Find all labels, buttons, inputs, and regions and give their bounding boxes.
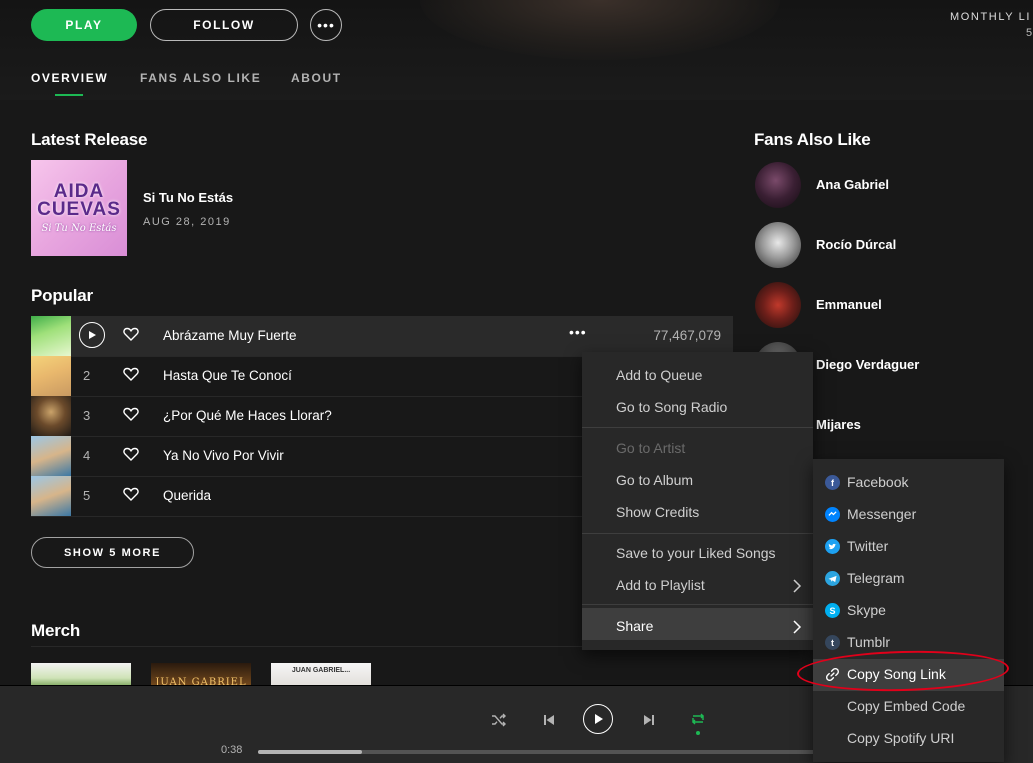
chevron-right-icon [793, 579, 802, 593]
related-artist[interactable]: Ana Gabriel [755, 162, 1005, 208]
menu-item-add-to-queue[interactable]: Add to Queue [616, 367, 702, 383]
tab-overview[interactable]: OVERVIEW [31, 71, 108, 85]
telegram-icon [825, 571, 840, 586]
latest-release-heading: Latest Release [31, 130, 148, 149]
avatar [755, 162, 801, 208]
share-messenger[interactable]: Messenger [847, 506, 916, 522]
menu-divider [582, 427, 813, 428]
track-thumbnail [31, 316, 71, 356]
heart-icon[interactable] [123, 486, 139, 502]
related-artist[interactable]: Rocío Dúrcal [755, 222, 1005, 268]
related-artist-name: Mijares [816, 417, 861, 432]
cover-artist-name: AIDA CUEVAS [37, 180, 121, 220]
track-number: 4 [83, 448, 91, 463]
track-thumbnail [31, 436, 71, 476]
cover-album-script: Si Tu No Estás [41, 222, 117, 234]
track-title: Ya No Vivo Por Vivir [163, 448, 284, 463]
share-copy-embed-code[interactable]: Copy Embed Code [847, 698, 965, 714]
progress-fill [258, 750, 363, 754]
show-more-button[interactable]: SHOW 5 MORE [31, 537, 194, 568]
track-row[interactable]: Abrázame Muy Fuerte ••• 77,467,079 [31, 316, 733, 357]
related-artist[interactable]: Emmanuel [755, 282, 1005, 328]
menu-item-save-to-liked-songs[interactable]: Save to your Liked Songs [616, 545, 776, 561]
track-title: Abrázame Muy Fuerte [163, 328, 297, 343]
messenger-icon [825, 507, 840, 522]
twitter-icon [825, 539, 840, 554]
share-skype[interactable]: Skype [847, 602, 886, 618]
merch-heading: Merch [31, 621, 81, 640]
track-more-icon[interactable]: ••• [569, 324, 587, 340]
track-title: Querida [163, 488, 212, 503]
track-thumbnail [31, 356, 71, 396]
repeat-active-indicator [696, 731, 700, 735]
repeat-icon[interactable] [690, 712, 706, 726]
related-artist-name: Ana Gabriel [816, 177, 889, 192]
menu-item-share[interactable]: Share [616, 618, 653, 634]
share-tumblr[interactable]: Tumblr [847, 634, 890, 650]
active-tab-indicator [55, 94, 83, 96]
latest-release-cover[interactable]: AIDA CUEVAS Si Tu No Estás [31, 160, 127, 256]
play-pause-button[interactable] [583, 704, 613, 734]
avatar [755, 222, 801, 268]
play-button[interactable]: PLAY [31, 9, 137, 41]
previous-icon[interactable] [542, 713, 556, 727]
track-title: ¿Por Qué Me Haces Llorar? [163, 408, 332, 423]
play-icon [89, 331, 96, 339]
play-icon [595, 714, 603, 724]
merch-item-text: JUAN GABRIEL... [291, 667, 351, 674]
track-title: Hasta Que Te Conocí [163, 368, 292, 383]
share-facebook[interactable]: Facebook [847, 474, 908, 490]
track-number: 5 [83, 488, 91, 503]
menu-item-go-to-song-radio[interactable]: Go to Song Radio [616, 399, 727, 415]
elapsed-time: 0:38 [221, 744, 243, 756]
heart-icon[interactable] [123, 446, 139, 462]
share-telegram[interactable]: Telegram [847, 570, 905, 586]
related-artist-name: Rocío Dúrcal [816, 237, 897, 252]
track-thumbnail [31, 396, 71, 436]
heart-icon[interactable] [123, 406, 139, 422]
heart-icon[interactable] [123, 326, 139, 342]
menu-item-show-credits[interactable]: Show Credits [616, 504, 699, 520]
skype-icon: S [825, 603, 840, 618]
track-number: 3 [83, 408, 91, 423]
heart-icon[interactable] [123, 366, 139, 382]
latest-release-title[interactable]: Si Tu No Estás [143, 190, 233, 205]
track-number: 2 [83, 368, 91, 383]
related-artist-name: Diego Verdaguer [816, 357, 920, 372]
track-context-menu: Add to Queue Go to Song Radio Go to Arti… [582, 352, 813, 650]
shuffle-icon[interactable] [491, 713, 507, 727]
next-icon[interactable] [642, 713, 656, 727]
latest-release-date: AUG 28, 2019 [143, 216, 231, 228]
related-artist-name: Emmanuel [816, 297, 882, 312]
monthly-listeners-label: MONTHLY LI [950, 11, 1031, 23]
menu-divider [582, 604, 813, 605]
monthly-listeners-value: 5 [1026, 27, 1033, 39]
avatar [755, 282, 801, 328]
facebook-icon: f [825, 475, 840, 490]
share-submenu: f Facebook Messenger Twitter Telegram S … [813, 459, 1004, 762]
tumblr-icon: t [825, 635, 840, 650]
progress-bar[interactable] [258, 750, 818, 754]
share-copy-spotify-uri[interactable]: Copy Spotify URI [847, 730, 954, 746]
menu-item-go-to-album[interactable]: Go to Album [616, 472, 693, 488]
more-icon: ••• [317, 17, 335, 33]
track-play-count: 77,467,079 [653, 328, 721, 343]
tab-fans-also-like[interactable]: FANS ALSO LIKE [140, 71, 261, 85]
menu-divider [582, 533, 813, 534]
popular-heading: Popular [31, 286, 93, 305]
menu-item-go-to-artist: Go to Artist [616, 440, 686, 456]
chevron-right-icon [793, 620, 802, 634]
menu-item-add-to-playlist[interactable]: Add to Playlist [616, 577, 705, 593]
tab-about[interactable]: ABOUT [291, 71, 342, 85]
track-thumbnail [31, 476, 71, 516]
fans-also-like-heading: Fans Also Like [754, 130, 871, 149]
more-options-button[interactable]: ••• [310, 9, 342, 41]
play-track-button[interactable] [79, 322, 105, 348]
follow-button[interactable]: FOLLOW [150, 9, 298, 41]
share-twitter[interactable]: Twitter [847, 538, 888, 554]
